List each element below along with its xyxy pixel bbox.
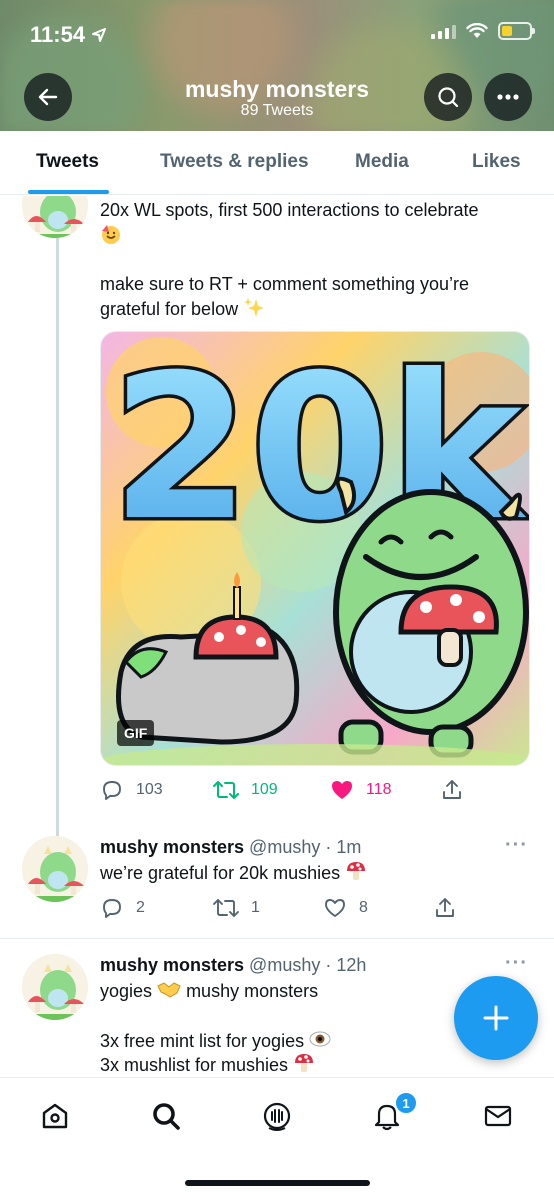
compose-tweet-button[interactable]	[454, 976, 538, 1060]
nav-spaces[interactable]	[257, 1096, 297, 1136]
like-count: 8	[359, 899, 368, 916]
tweet-text: we’re grateful for 20k mushies	[100, 863, 341, 883]
like-button[interactable]: 8	[323, 896, 433, 920]
mushroom-emoji-icon	[347, 862, 366, 880]
tweet-actions: 103 109 118	[100, 778, 464, 802]
retweet-count: 109	[251, 781, 278, 798]
author-handle-time: @mushy · 1m	[249, 837, 362, 857]
plus-icon	[483, 1005, 509, 1031]
eye-emoji-icon	[309, 1031, 331, 1047]
avatar[interactable]	[22, 196, 88, 238]
reply-button[interactable]: 2	[100, 896, 213, 920]
mushy-20k-illustration: 20k	[101, 332, 529, 765]
status-indicators	[431, 22, 535, 40]
share-icon	[436, 898, 454, 917]
avatar[interactable]	[22, 836, 88, 902]
author-name[interactable]: mushy monsters	[100, 955, 244, 976]
tweet-body-emoji-line	[100, 223, 122, 249]
tweet-body: we’re grateful for 20k mushies	[100, 860, 367, 886]
tweet-count: 89 Tweets	[240, 102, 314, 119]
tweet-body-line-2: 3x free mint list for yogies	[100, 1028, 331, 1054]
retweet-button[interactable]: 1	[213, 896, 323, 920]
tweet-media-gif[interactable]: 20k GIF	[100, 331, 530, 766]
author-name[interactable]: mushy monsters	[100, 837, 244, 858]
tweet-more-button[interactable]: ···	[505, 834, 528, 857]
more-dots-icon	[497, 94, 519, 100]
heart-icon	[325, 899, 345, 917]
reply-count: 103	[136, 781, 163, 798]
tweet-text-part: yogies	[100, 981, 153, 1001]
profile-tabs: Tweets Tweets & replies Media Likes	[0, 131, 554, 195]
tweet-header: mushy monsters @mushy · 12h	[100, 955, 366, 976]
tweet-feed[interactable]: 20x WL spots, first 500 interactions to …	[0, 196, 554, 1076]
reply-icon	[103, 781, 121, 800]
tweet-text-line-2: make sure to RT + comment something you’…	[100, 274, 469, 294]
retweet-count: 1	[251, 899, 260, 916]
more-button[interactable]	[484, 73, 532, 121]
search-button[interactable]	[424, 73, 472, 121]
tweet-header: mushy monsters @mushy · 1m	[100, 837, 361, 858]
tweet-more-button[interactable]: ···	[505, 952, 528, 975]
location-arrow-icon	[92, 28, 107, 42]
sparkles-emoji-icon	[244, 298, 265, 317]
search-icon	[438, 87, 459, 108]
tweet-text-line-1: 20x WL spots, first 500 interactions to …	[100, 200, 479, 220]
active-tab-indicator	[28, 190, 109, 194]
mushy-monster-avatar-icon	[22, 196, 88, 238]
like-count: 118	[366, 781, 392, 798]
mushy-monster-avatar-icon	[22, 836, 88, 902]
tweet-body-line-1: yogies mushy monsters	[100, 978, 318, 1004]
reply-count: 2	[136, 899, 145, 916]
share-icon	[443, 780, 461, 799]
battery-icon	[498, 22, 535, 40]
tweet-body-line-3: grateful for below	[100, 296, 265, 322]
avatar[interactable]	[22, 954, 88, 1020]
retweet-icon	[213, 899, 239, 917]
mail-icon	[484, 1105, 512, 1127]
share-button[interactable]	[433, 896, 457, 920]
home-indicator	[185, 1180, 370, 1186]
tab-media[interactable]: Media	[355, 151, 409, 173]
tab-tweets-replies[interactable]: Tweets & replies	[160, 151, 309, 173]
partying-face-emoji-icon	[102, 225, 120, 244]
notifications-badge: 1	[394, 1091, 418, 1115]
retweet-button[interactable]: 109	[213, 778, 330, 802]
spaces-microphone-icon	[263, 1102, 291, 1131]
status-time: 11:54	[30, 22, 107, 48]
tweet-divider	[0, 938, 554, 939]
tab-tweets[interactable]: Tweets	[36, 151, 99, 173]
reply-icon	[103, 899, 121, 918]
tab-likes[interactable]: Likes	[472, 151, 521, 173]
status-time-text: 11:54	[30, 22, 86, 47]
nav-search[interactable]	[146, 1096, 186, 1136]
wifi-icon	[466, 23, 488, 38]
like-button[interactable]: 118	[330, 778, 440, 802]
gif-badge: GIF	[117, 720, 155, 746]
tweet-actions: 2 1 8	[100, 896, 457, 920]
tweet-body-line-3: 3x mushlist for mushies	[100, 1052, 315, 1076]
tweet-body-line: 20x WL spots, first 500 interactions to …	[100, 198, 479, 223]
handshake-emoji-icon	[157, 982, 181, 998]
mushy-monster-avatar-icon	[22, 954, 88, 1020]
tweet-text-line-3: grateful for below	[100, 299, 239, 319]
retweet-icon	[213, 781, 239, 799]
reply-button[interactable]: 103	[100, 778, 213, 802]
tweet-text-part: 3x mushlist for mushies	[100, 1055, 289, 1075]
mushroom-emoji-icon	[295, 1054, 314, 1072]
nav-messages[interactable]	[478, 1096, 518, 1136]
author-handle-time: @mushy · 12h	[249, 955, 367, 975]
thread-connector	[56, 238, 59, 838]
tweet-text-part: mushy monsters	[186, 981, 319, 1001]
heart-filled-icon	[332, 781, 352, 799]
search-icon	[153, 1103, 180, 1130]
cell-signal-icon	[431, 23, 456, 39]
tweet-text-part: 3x free mint list for yogies	[100, 1031, 305, 1051]
nav-home[interactable]	[35, 1096, 75, 1136]
share-button[interactable]	[440, 778, 464, 802]
home-icon	[42, 1103, 68, 1129]
